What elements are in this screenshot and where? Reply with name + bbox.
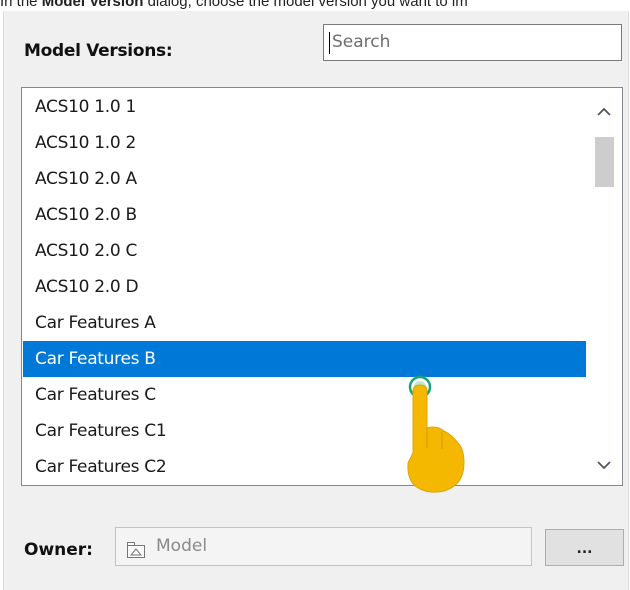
instruction-text: In the Model Version dialog, choose the … (0, 0, 630, 11)
search-placeholder: Search (332, 32, 391, 52)
list-item[interactable]: Car Features C1 (23, 413, 586, 449)
instruction-text-pre: In the (0, 0, 42, 10)
scrollbar-thumb[interactable] (595, 137, 614, 187)
list-item[interactable]: ACS10 2.0 A (23, 161, 586, 197)
chevron-down-icon[interactable] (587, 448, 621, 482)
list-item[interactable]: ACS10 1.0 1 (23, 89, 586, 125)
instruction-text-post: dialog, choose the model version you wan… (143, 0, 468, 10)
package-icon (126, 537, 146, 558)
model-versions-label: Model Versions: (24, 41, 173, 61)
model-version-dialog: Model Versions: Search ACS10 1.0 1 ACS10… (3, 11, 629, 590)
vertical-scrollbar[interactable] (587, 89, 621, 484)
list-item[interactable]: Car Features C2 (23, 449, 586, 485)
list-item[interactable]: Car Features C (23, 377, 586, 413)
list-item[interactable]: ACS10 2.0 B (23, 197, 586, 233)
list-item-selected[interactable]: Car Features B (23, 341, 586, 377)
chevron-up-icon[interactable] (587, 95, 621, 129)
hand-pointer-icon (407, 375, 465, 493)
list-item[interactable]: ACS10 1.0 2 (23, 125, 586, 161)
owner-label: Owner: (24, 540, 93, 560)
search-input[interactable]: Search (323, 24, 622, 61)
owner-field: Model (115, 527, 532, 566)
browse-owner-button[interactable]: ... (545, 529, 624, 566)
list-item[interactable]: ACS10 2.0 D (23, 269, 586, 305)
list-item[interactable]: Car Features A (23, 305, 586, 341)
list-item[interactable]: ACS10 2.0 C (23, 233, 586, 269)
model-versions-list[interactable]: ACS10 1.0 1 ACS10 1.0 2 ACS10 2.0 A ACS1… (21, 87, 623, 486)
instruction-text-bold: Model Version (41, 0, 144, 10)
owner-value: Model (156, 536, 208, 556)
text-caret (329, 32, 330, 54)
